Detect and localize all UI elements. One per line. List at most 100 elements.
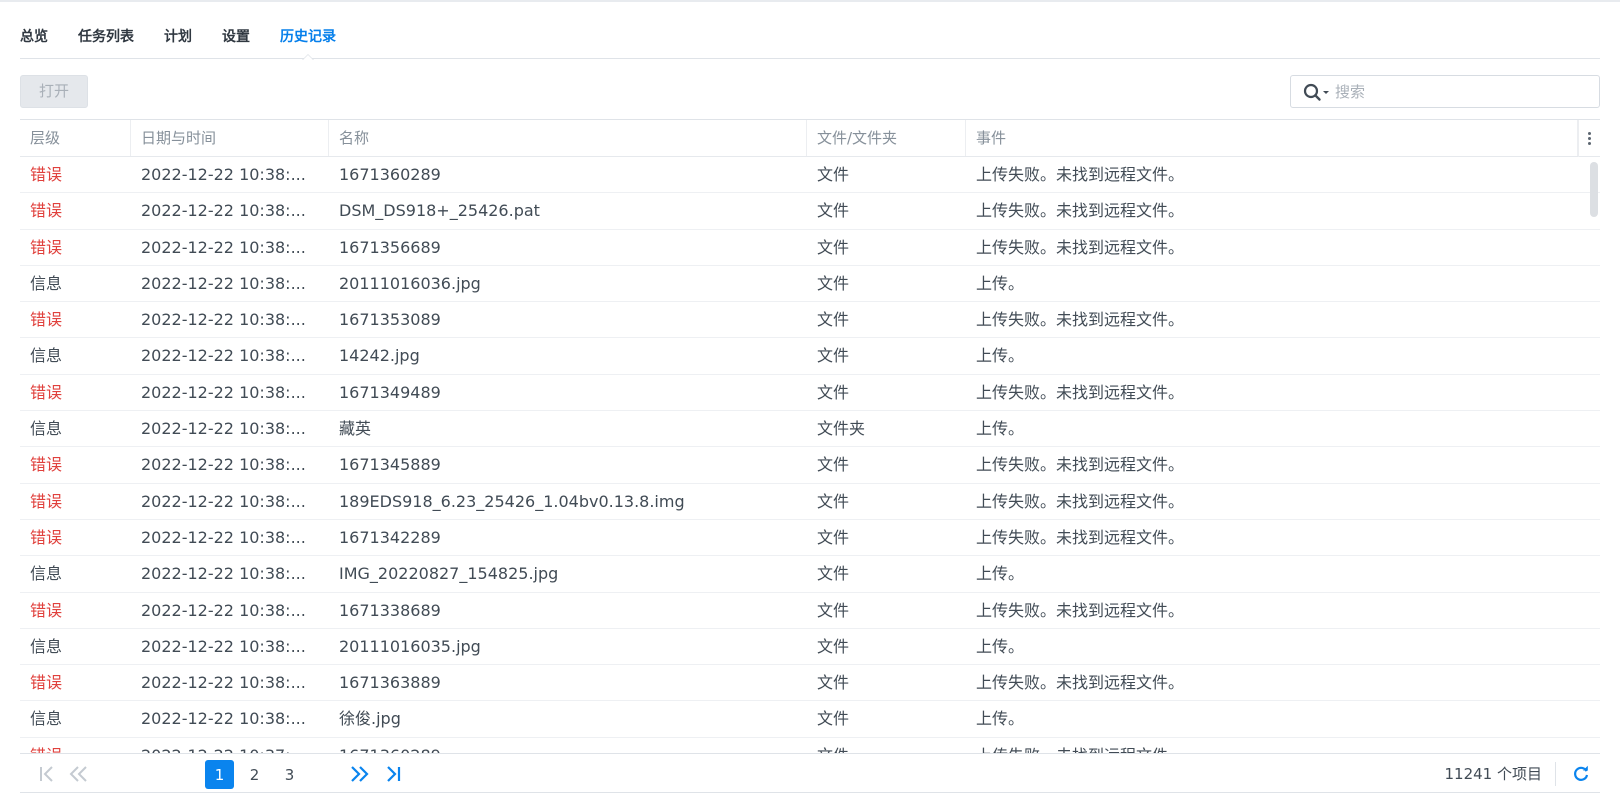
cell-event: 上传失败。未找到远程文件。	[976, 673, 1185, 693]
cell-event: 上传。	[976, 273, 1025, 293]
cell-kind: 文件	[817, 527, 850, 547]
column-header-kind[interactable]: 文件/文件夹	[807, 120, 966, 156]
cell-kind: 文件	[817, 201, 850, 221]
table-row[interactable]: 错误 2022-12-22 10:38:... 1671342289 文件 上传失败。未…	[20, 520, 1600, 557]
previous-pages-icon[interactable]	[64, 761, 94, 787]
cell-level: 信息	[30, 273, 63, 293]
cell-name: 1671360289	[339, 165, 441, 184]
table-row[interactable]: 错误2022-12-22 10:37:...1671360289文件上传失败。未…	[20, 738, 1600, 753]
pager-divider	[1555, 762, 1556, 786]
tab-bar: 总览 任务列表 计划 设置 历史记录	[20, 18, 1600, 60]
table-row[interactable]: 错误 2022-12-22 10:38:... 1671345889 文件 上传失败。未…	[20, 447, 1600, 484]
cell-event: 上传。	[976, 419, 1025, 439]
next-pages-icon[interactable]	[344, 761, 374, 787]
column-header-name[interactable]: 名称	[329, 120, 807, 156]
cell-event: 上传失败。未找到远程文件。	[966, 738, 1578, 753]
table-row[interactable]: 信息 2022-12-22 10:38:... 14242.jpg 文件 上传。	[20, 338, 1600, 375]
cell-name: 1671356689	[339, 237, 441, 257]
cell-event: 上传失败。未找到远程文件。	[976, 382, 1185, 402]
table-row[interactable]: 错误 2022-12-22 10:38:... DSM_DS918+_25426.p…	[20, 193, 1600, 230]
item-count: 11241 个项目	[1444, 765, 1543, 783]
table-body: 错误 2022-12-22 10:38:... 1671360289 文件 上传失败。未…	[20, 157, 1600, 753]
cell-level: 错误	[30, 165, 63, 184]
column-header-event[interactable]: 事件	[966, 120, 1578, 156]
last-page-icon[interactable]	[380, 761, 406, 787]
search-box[interactable]	[1290, 75, 1600, 108]
search-input[interactable]	[1335, 82, 1585, 101]
window-top-border	[0, 0, 1620, 2]
table-row[interactable]: 错误 2022-12-22 10:38:... 189EDS918_6.23_254…	[20, 484, 1600, 520]
history-table: 层级 日期与时间 名称 文件/文件夹 事件 错误 2022-12-22 10:38…	[20, 119, 1600, 753]
cell-kind: 文件	[817, 636, 850, 656]
table-row[interactable]: 错误 2022-12-22 10:38:... 1671363889 文件 上传失败。未…	[20, 665, 1600, 702]
cell-event: 上传失败。未找到远程文件。	[976, 527, 1185, 547]
pagination-bar: 1 2 3 11241 个项目	[20, 753, 1600, 793]
cell-kind: 文件	[817, 709, 850, 729]
table-row[interactable]: 错误 2022-12-22 10:38:... 1671338689 文件 上传失败。未…	[20, 593, 1600, 629]
table-row[interactable]: 错误 2022-12-22 10:38:... 1671353089 文件 上传失败。未…	[20, 302, 1600, 339]
cell-name: 14242.jpg	[339, 346, 420, 366]
cell-level: 信息	[30, 709, 63, 729]
column-menu-icon[interactable]	[1578, 120, 1600, 157]
cell-event: 上传失败。未找到远程文件。	[976, 237, 1185, 257]
tab-2[interactable]: 计划	[164, 18, 192, 59]
cell-event: 上传失败。未找到远程文件。	[976, 201, 1185, 221]
cell-name: 1671353089	[339, 310, 441, 330]
table-row[interactable]: 错误 2022-12-22 10:38:... 1671356689 文件 上传失败。未…	[20, 230, 1600, 266]
cell-kind: 文件夹	[817, 419, 866, 439]
page-button-3[interactable]: 3	[275, 760, 304, 789]
cell-event: 上传失败。未找到远程文件。	[976, 491, 1185, 511]
cell-datetime: 2022-12-22 10:38:...	[141, 455, 306, 475]
table-row[interactable]: 信息 2022-12-22 10:38:... 徐俊.jpg 文件 上传。	[20, 701, 1600, 738]
cell-datetime: 2022-12-22 10:38:...	[141, 382, 306, 402]
table-row[interactable]: 错误 2022-12-22 10:38:... 1671349489 文件 上传失败。未…	[20, 375, 1600, 412]
cell-event: 上传失败。未找到远程文件。	[976, 455, 1185, 475]
cell-event: 上传。	[976, 346, 1025, 366]
cell-name: 20111016035.jpg	[339, 636, 481, 656]
cell-datetime: 2022-12-22 10:38:...	[141, 273, 306, 293]
tab-1[interactable]: 任务列表	[78, 18, 134, 59]
cell-datetime: 2022-12-22 10:38:...	[141, 165, 306, 184]
cell-event: 上传失败。未找到远程文件。	[976, 310, 1185, 330]
cell-event: 上传。	[976, 709, 1025, 729]
cell-event: 上传。	[976, 636, 1025, 656]
cell-level: 错误	[30, 310, 63, 330]
search-icon[interactable]	[1303, 82, 1331, 102]
cell-datetime: 2022-12-22 10:38:...	[141, 237, 306, 257]
cell-kind: 文件	[817, 673, 850, 693]
column-header-level[interactable]: 层级	[20, 120, 131, 156]
tab-0[interactable]: 总览	[20, 18, 48, 59]
table-row[interactable]: 错误 2022-12-22 10:38:... 1671360289 文件 上传失败。未…	[20, 157, 1600, 194]
cell-name: IMG_20220827_154825.jpg	[339, 564, 559, 584]
cell-name: 1671342289	[339, 527, 441, 547]
cell-kind: 文件	[817, 273, 850, 293]
cell-datetime: 2022-12-22 10:38:...	[141, 201, 306, 221]
table-row[interactable]: 信息 2022-12-22 10:38:... IMG_20220827_15482…	[20, 556, 1600, 593]
cell-kind: 文件	[817, 310, 850, 330]
cell-level: 错误	[30, 491, 63, 511]
cell-level: 信息	[30, 346, 63, 366]
cell-level: 错误	[30, 237, 63, 257]
table-row[interactable]: 信息 2022-12-22 10:38:... 20111016035.jpg 文件 上…	[20, 629, 1600, 666]
vertical-scrollbar[interactable]	[1590, 162, 1598, 217]
tab-3[interactable]: 设置	[222, 18, 250, 59]
cell-name: 1671338689	[339, 600, 441, 620]
cell-datetime: 2022-12-22 10:38:...	[141, 600, 306, 620]
cell-name: 徐俊.jpg	[339, 709, 401, 729]
cell-kind: 文件	[817, 346, 850, 366]
column-header-datetime[interactable]: 日期与时间	[131, 120, 329, 156]
cell-level: 信息	[30, 419, 63, 439]
cell-datetime: 2022-12-22 10:38:...	[141, 346, 306, 366]
tab-4[interactable]: 历史记录	[280, 18, 336, 60]
page-button-1[interactable]: 1	[205, 760, 234, 789]
page-button-2[interactable]: 2	[240, 760, 269, 789]
table-row[interactable]: 信息 2022-12-22 10:38:... 20111016036.jpg 文件 上…	[20, 266, 1600, 303]
cell-datetime: 2022-12-22 10:38:...	[141, 636, 306, 656]
cell-event: 上传。	[976, 564, 1025, 584]
open-button[interactable]: 打开	[20, 75, 88, 108]
first-page-icon[interactable]	[34, 761, 60, 787]
cell-name: 1671363889	[339, 673, 441, 693]
refresh-icon[interactable]	[1570, 763, 1592, 785]
table-row[interactable]: 信息 2022-12-22 10:38:... 藏英 文件夹 上传。	[20, 411, 1600, 448]
cell-kind: 文件	[817, 491, 850, 511]
